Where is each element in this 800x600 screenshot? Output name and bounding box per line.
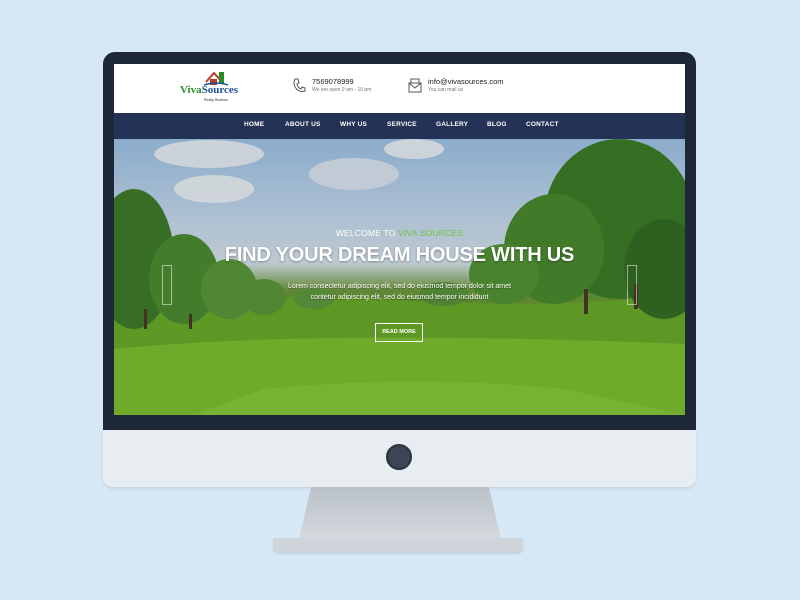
site-logo[interactable]: VivaSources Realty Realtors: [180, 70, 238, 108]
monitor-stand-base: [273, 538, 523, 552]
logo-tagline: Realty Realtors: [204, 98, 228, 102]
email-caption: You can mail us: [428, 87, 464, 93]
nav-item-about-us[interactable]: ABOUT US: [285, 121, 321, 128]
nav-item-gallery[interactable]: GALLERY: [436, 121, 468, 128]
slider-prev-arrow[interactable]: [162, 265, 172, 305]
nav-item-why-us[interactable]: WHY US: [340, 121, 367, 128]
logo-wordmark: VivaSources: [180, 84, 238, 96]
email-address[interactable]: info@vivasources.com: [428, 77, 504, 86]
nav-item-service[interactable]: SERVICE: [387, 121, 417, 128]
phone-hours: We are open 9 am - 10 pm: [312, 87, 372, 93]
monitor-stand-neck: [299, 487, 501, 539]
welcome-prefix: WELCOME TO: [335, 228, 399, 238]
main-navigation: HOME ABOUT US WHY US SERVICE GALLERY BLO…: [114, 113, 685, 139]
phone-number[interactable]: 7569078999: [312, 77, 354, 86]
hero-overlay: [114, 139, 685, 415]
hero-banner: WELCOME TO VIVA SOURCES FIND YOUR DREAM …: [114, 139, 685, 415]
phone-icon: [293, 78, 306, 92]
monitor-screen: VivaSources Realty Realtors 7569078999 W…: [114, 64, 685, 415]
read-more-button[interactable]: READ MORE: [375, 323, 423, 342]
hero-description-line2: contetur adipiscing elit, sed do eiusmod…: [310, 294, 489, 301]
hero-title: FIND YOUR DREAM HOUSE WITH US: [224, 244, 575, 266]
nav-item-contact[interactable]: CONTACT: [526, 121, 559, 128]
logo-brand-part1: Viva: [180, 84, 202, 96]
hero-description-line1: Lorem consectetur adipiscing elit, sed d…: [288, 283, 511, 290]
nav-item-blog[interactable]: BLOG: [487, 121, 507, 128]
nav-item-home[interactable]: HOME: [244, 121, 264, 128]
slider-next-arrow[interactable]: [627, 265, 637, 305]
hero-description: Lorem consectetur adipiscing elit, sed d…: [274, 281, 525, 303]
hero-welcome: WELCOME TO VIVA SOURCES: [114, 228, 685, 238]
welcome-brand: VIVA SOURCES: [398, 228, 464, 238]
power-button-icon: [386, 444, 412, 470]
site-header: VivaSources Realty Realtors 7569078999 W…: [114, 64, 685, 113]
mail-icon: [408, 78, 422, 93]
phone-contact: 7569078999 We are open 9 am - 10 pm: [292, 76, 392, 102]
logo-brand-part2: Sources: [201, 84, 239, 96]
email-contact: info@vivasources.com You can mail us: [408, 76, 528, 102]
